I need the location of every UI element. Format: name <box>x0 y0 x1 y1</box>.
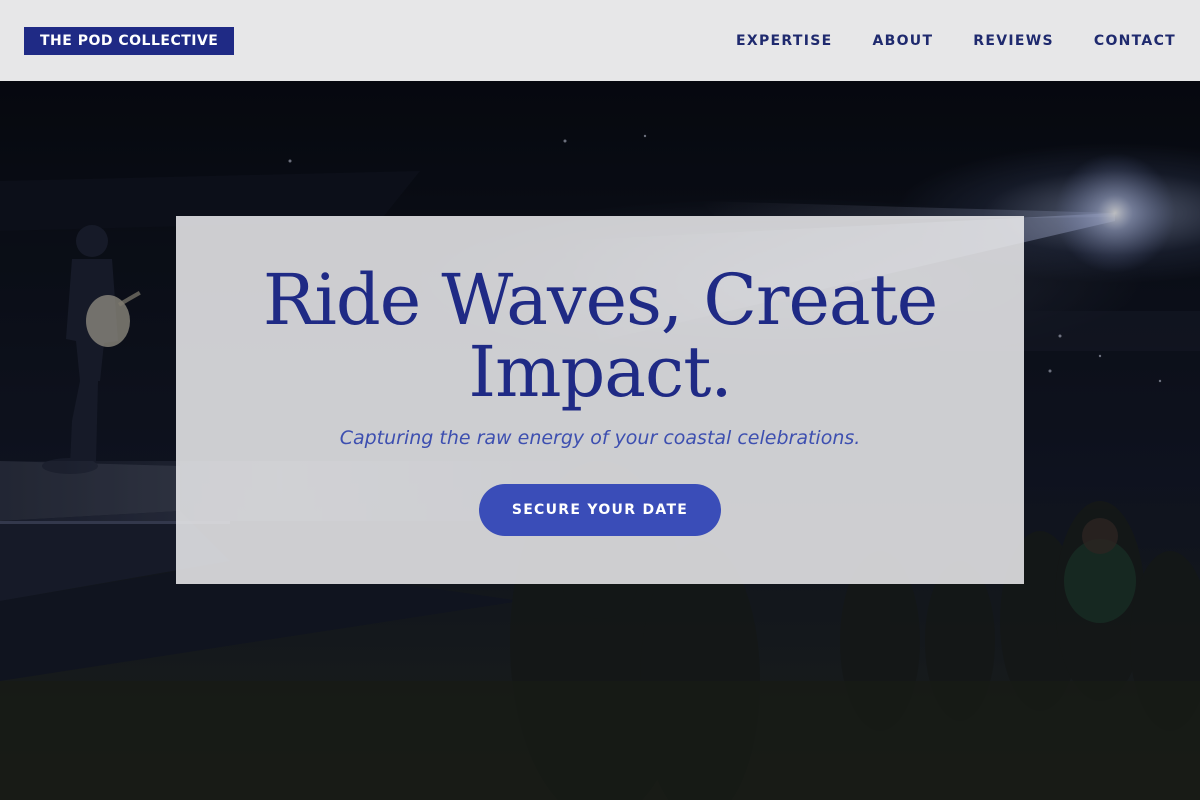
nav-link-expertise[interactable]: EXPERTISE <box>736 33 832 49</box>
main-nav: EXPERTISE ABOUT REVIEWS CONTACT <box>736 33 1176 49</box>
hero-card: Ride Waves, Create Impact. Capturing the… <box>176 216 1024 584</box>
hero-title: Ride Waves, Create Impact. <box>262 259 938 413</box>
nav-link-reviews[interactable]: REVIEWS <box>973 33 1054 49</box>
site-header: THE POD COLLECTIVE EXPERTISE ABOUT REVIE… <box>0 0 1200 81</box>
nav-link-about[interactable]: ABOUT <box>872 33 933 49</box>
secure-your-date-button[interactable]: SECURE YOUR DATE <box>479 484 721 536</box>
hero-subtitle: Capturing the raw energy of your coastal… <box>339 427 861 449</box>
nav-link-contact[interactable]: CONTACT <box>1094 33 1176 49</box>
logo[interactable]: THE POD COLLECTIVE <box>24 26 235 55</box>
